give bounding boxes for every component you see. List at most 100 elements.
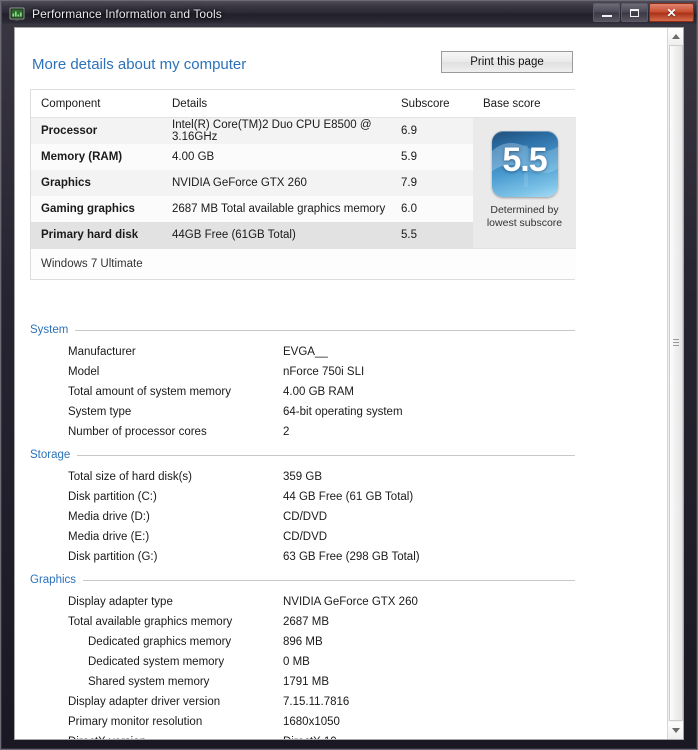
detail-key: Total available graphics memory <box>68 616 233 628</box>
detail-row: Manufacturer EVGA__ <box>30 342 575 362</box>
column-header-component: Component <box>31 90 162 118</box>
scroll-down-arrow-icon <box>672 728 680 733</box>
section-system: System Manufacturer EVGA__ Model nForce … <box>30 322 575 442</box>
detail-key: Disk partition (C:) <box>68 491 157 503</box>
detail-key: Media drive (D:) <box>68 511 150 523</box>
detail-value: 64-bit operating system <box>283 406 403 418</box>
section-rule <box>83 579 575 581</box>
detail-key: Disk partition (G:) <box>68 551 158 563</box>
scroll-up-button[interactable] <box>668 28 683 45</box>
detail-value: DirectX 10 <box>283 736 337 739</box>
detail-key: Number of processor cores <box>68 426 207 438</box>
cell-component: Processor <box>31 117 162 144</box>
section-title: Graphics <box>30 574 77 586</box>
page-title: More details about my computer <box>32 56 247 73</box>
performance-information-window: Performance Information and Tools ✕ More… <box>0 0 698 750</box>
cell-subscore: 5.9 <box>391 144 473 170</box>
detail-key: Primary monitor resolution <box>68 716 203 728</box>
content-pane: More details about my computer Print thi… <box>14 27 684 740</box>
detail-value: 0 MB <box>283 656 310 668</box>
detail-row: Number of processor cores 2 <box>30 422 575 442</box>
detail-row: Primary monitor resolution 1680x1050 <box>30 712 575 732</box>
table-header-row: Component Details Subscore Base score <box>31 90 576 118</box>
table-row: Processor Intel(R) Core(TM)2 Duo CPU E85… <box>31 117 576 249</box>
detail-row: Display adapter type NVIDIA GeForce GTX … <box>30 592 575 612</box>
cell-component: Graphics <box>31 170 162 196</box>
base-score-badge: 5.5 <box>491 131 558 197</box>
section-rows: Manufacturer EVGA__ Model nForce 750i SL… <box>30 342 575 442</box>
section-header: Storage <box>30 447 575 463</box>
cell-details: NVIDIA GeForce GTX 260 <box>162 170 391 196</box>
scroll-thumb-grip-icon <box>673 339 679 346</box>
maximize-button[interactable] <box>621 3 648 22</box>
section-storage: Storage Total size of hard disk(s) 359 G… <box>30 447 575 567</box>
detail-row: Model nForce 750i SLI <box>30 362 575 382</box>
detail-key: DirectX version <box>30 736 283 739</box>
detail-key: Total amount of system memory <box>68 386 231 398</box>
section-title: System <box>30 324 69 336</box>
scroll-up-arrow-icon <box>672 34 680 39</box>
detail-value: 63 GB Free (298 GB Total) <box>283 551 420 563</box>
close-icon: ✕ <box>666 5 677 20</box>
detail-row: Display adapter driver version 7.15.11.7… <box>30 692 575 712</box>
cell-component: Memory (RAM) <box>31 144 162 170</box>
detail-value: 4.00 GB RAM <box>283 386 354 398</box>
cell-details: Intel(R) Core(TM)2 Duo CPU E8500 @ 3.16G… <box>162 117 391 144</box>
detail-row: Media drive (E:) CD/DVD <box>30 527 575 547</box>
detail-value: 2 <box>283 426 290 438</box>
cell-component: Primary hard disk <box>31 222 162 249</box>
window-title: Performance Information and Tools <box>32 6 222 21</box>
detail-value: nForce 750i SLI <box>283 366 365 378</box>
detail-value: NVIDIA GeForce GTX 260 <box>283 596 418 608</box>
detail-value: 44 GB Free (61 GB Total) <box>283 491 414 503</box>
detail-key: Total size of hard disk(s) <box>68 471 192 483</box>
detail-row: Disk partition (C:) 44 GB Free (61 GB To… <box>30 487 575 507</box>
cell-subscore: 5.5 <box>391 222 473 249</box>
detail-key: Manufacturer <box>68 346 136 358</box>
section-header: System <box>30 322 575 338</box>
detail-row: Dedicated system memory 0 MB <box>30 652 575 672</box>
scroll-thumb[interactable] <box>669 45 683 721</box>
scroll-down-button[interactable] <box>668 722 683 739</box>
section-rows: Total size of hard disk(s) 359 GB Disk p… <box>30 467 575 567</box>
scroll-viewport: More details about my computer Print thi… <box>15 28 667 739</box>
column-header-base-score: Base score <box>473 90 576 118</box>
section-rule <box>75 329 575 331</box>
detail-key: Dedicated graphics memory <box>88 636 232 648</box>
title-bar[interactable]: Performance Information and Tools ✕ <box>2 2 697 25</box>
cell-details: 2687 MB Total available graphics memory <box>162 196 391 222</box>
cell-component: Gaming graphics <box>31 196 162 222</box>
score-table: Component Details Subscore Base score Pr… <box>30 89 576 280</box>
detail-row: Media drive (D:) CD/DVD <box>30 507 575 527</box>
section-header: Graphics <box>30 572 575 588</box>
detail-value: 1791 MB <box>283 676 330 688</box>
detail-value: 7.15.11.7816 <box>283 696 350 708</box>
cell-base-score: 5.5 Determined by lowest subscore <box>473 117 576 249</box>
detail-key: Shared system memory <box>88 676 210 688</box>
detail-key: Display adapter driver version <box>68 696 221 708</box>
detail-value: 896 MB <box>283 636 323 648</box>
detail-row: Total size of hard disk(s) 359 GB <box>30 467 575 487</box>
detail-row: Shared system memory 1791 MB <box>30 672 575 692</box>
detail-key: Media drive (E:) <box>68 531 150 543</box>
minimize-button[interactable] <box>593 3 620 22</box>
cell-subscore: 6.0 <box>391 196 473 222</box>
close-button[interactable]: ✕ <box>649 3 694 22</box>
detail-row: Total available graphics memory 2687 MB <box>30 612 575 632</box>
performance-monitor-icon <box>9 6 25 22</box>
print-this-page-button[interactable]: Print this page <box>441 51 573 73</box>
detail-row: Disk partition (G:) 63 GB Free (298 GB T… <box>30 547 575 567</box>
detail-value: CD/DVD <box>283 511 328 523</box>
detail-value: EVGA__ <box>283 346 328 358</box>
cell-subscore: 7.9 <box>391 170 473 196</box>
vertical-scrollbar[interactable] <box>667 28 683 739</box>
cell-details: 44GB Free (61GB Total) <box>162 222 391 249</box>
detail-row: Dedicated graphics memory 896 MB <box>30 632 575 652</box>
operating-system-label: Windows 7 Ultimate <box>31 248 576 279</box>
window-controls: ✕ <box>593 3 694 22</box>
column-header-subscore: Subscore <box>391 90 473 118</box>
detail-value: 359 GB <box>283 471 322 483</box>
column-header-details: Details <box>162 90 391 118</box>
detail-row: Total amount of system memory 4.00 GB RA… <box>30 382 575 402</box>
cell-details: 4.00 GB <box>162 144 391 170</box>
